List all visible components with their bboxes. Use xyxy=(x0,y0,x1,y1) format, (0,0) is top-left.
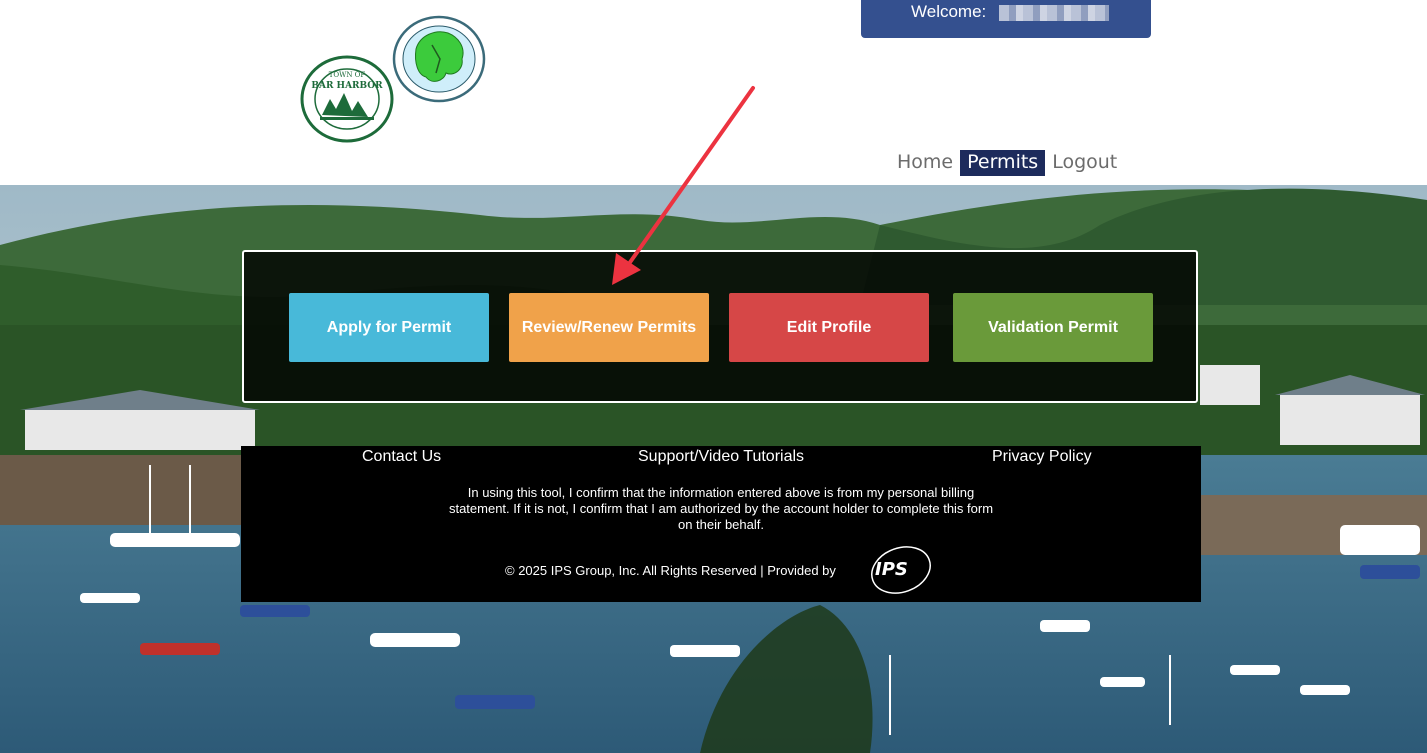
ips-group-logo: IPS xyxy=(865,544,941,601)
privacy-policy-link[interactable]: Privacy Policy xyxy=(992,448,1092,466)
nav-logout[interactable]: Logout xyxy=(1045,150,1124,176)
site-header: TOWN OF BAR HARBOR Welcome: Home Permits… xyxy=(0,0,1427,185)
nav-permits[interactable]: Permits xyxy=(960,150,1046,176)
ips-logo-text: IPS xyxy=(875,559,908,580)
apply-for-permit-button[interactable]: Apply for Permit xyxy=(289,293,489,362)
mount-desert-seal xyxy=(392,15,486,103)
edit-profile-button[interactable]: Edit Profile xyxy=(729,293,929,362)
contact-us-link[interactable]: Contact Us xyxy=(362,448,441,466)
main-nav: Home Permits Logout xyxy=(890,150,1124,176)
copyright-text: © 2025 IPS Group, Inc. All Rights Reserv… xyxy=(505,563,836,578)
svg-text:BAR HARBOR: BAR HARBOR xyxy=(311,81,383,91)
bar-harbor-seal: TOWN OF BAR HARBOR xyxy=(300,55,394,143)
welcome-badge: Welcome: xyxy=(861,0,1151,38)
welcome-label: Welcome: xyxy=(911,2,987,21)
support-video-tutorials-link[interactable]: Support/Video Tutorials xyxy=(638,448,804,466)
disclaimer-text: In using this tool, I confirm that the i… xyxy=(448,485,994,532)
validation-permit-button[interactable]: Validation Permit xyxy=(953,293,1153,362)
review-renew-permits-button[interactable]: Review/Renew Permits xyxy=(509,293,709,362)
site-footer: Contact Us Support/Video Tutorials Priva… xyxy=(241,446,1201,602)
nav-home[interactable]: Home xyxy=(890,150,960,176)
svg-text:TOWN OF: TOWN OF xyxy=(329,71,366,79)
redacted-username xyxy=(999,4,1109,21)
